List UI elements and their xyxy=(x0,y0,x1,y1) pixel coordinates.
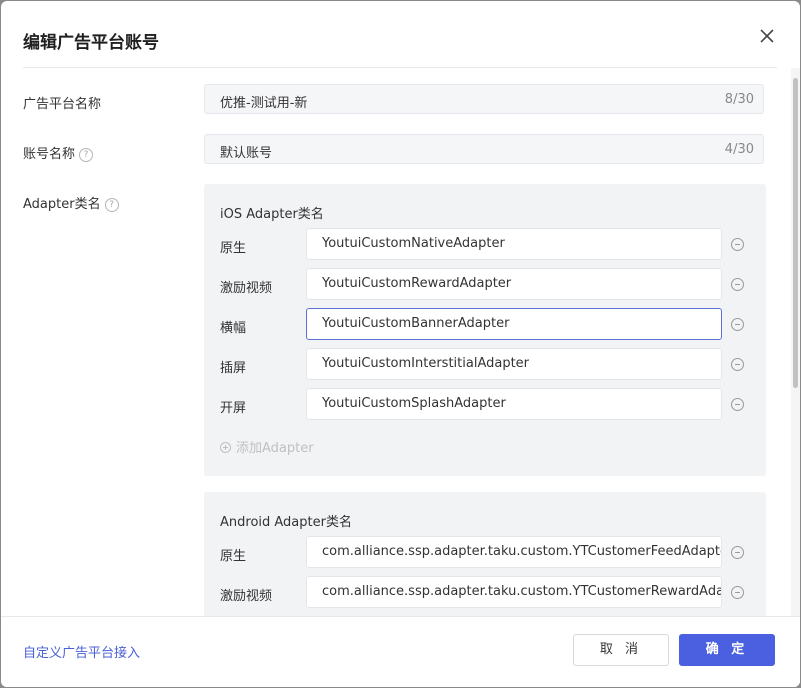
confirm-button[interactable]: 确 定 xyxy=(679,634,775,666)
help-icon[interactable]: ? xyxy=(79,148,94,162)
ios-reward-adapter-input[interactable]: YoutuiCustomRewardAdapter xyxy=(306,268,722,300)
cancel-button[interactable]: 取 消 xyxy=(573,634,669,666)
remove-icon[interactable] xyxy=(731,586,744,599)
dialog-body: 广告平台名称 优推-测试用-新 8/30 账号名称? 默认账号 4/30 Ada… xyxy=(1,68,790,616)
add-adapter-button[interactable]: 添加Adapter xyxy=(220,437,314,456)
platform-name-count: 8/30 xyxy=(724,92,754,107)
ios-native-adapter-input[interactable]: YoutuiCustomNativeAdapter xyxy=(306,228,722,260)
ios-row-label: 原生 xyxy=(220,241,247,256)
scrollbar-thumb[interactable] xyxy=(793,78,798,388)
adapter-class-label: Adapter类名? xyxy=(23,193,119,212)
remove-icon[interactable] xyxy=(731,318,744,331)
ios-splash-adapter-input[interactable]: YoutuiCustomSplashAdapter xyxy=(306,388,722,420)
account-name-count: 4/30 xyxy=(724,142,754,157)
edit-ad-platform-dialog: 编辑广告平台账号 广告平台名称 优推-测试用-新 8/30 账号名称? 默认账号… xyxy=(1,1,800,687)
help-icon[interactable]: ? xyxy=(104,198,119,212)
ios-row-label: 插屏 xyxy=(220,361,247,376)
android-adapter-group: Android Adapter类名 原生 com.alliance.ssp.ad… xyxy=(204,492,766,616)
adapter-class-label-text: Adapter类名 xyxy=(23,197,101,212)
ios-interstitial-adapter-input[interactable]: YoutuiCustomInterstitialAdapter xyxy=(306,348,722,380)
account-name-label: 账号名称? xyxy=(23,143,94,162)
account-name-label-text: 账号名称 xyxy=(23,147,76,162)
close-icon[interactable] xyxy=(757,26,777,46)
dialog-header: 编辑广告平台账号 xyxy=(1,1,800,68)
remove-icon[interactable] xyxy=(731,238,744,251)
ios-banner-adapter-input[interactable]: YoutuiCustomBannerAdapter xyxy=(306,308,722,340)
platform-name-input[interactable]: 优推-测试用-新 8/30 xyxy=(204,84,764,114)
custom-platform-link[interactable]: 自定义广告平台接入 xyxy=(23,642,140,661)
android-native-adapter-input[interactable]: com.alliance.ssp.adapter.taku.custom.YTC… xyxy=(306,536,722,568)
scrollbar[interactable] xyxy=(791,68,800,616)
android-adapter-title: Android Adapter类名 xyxy=(220,515,352,530)
remove-icon[interactable] xyxy=(731,358,744,371)
android-row-label: 原生 xyxy=(220,549,247,564)
android-reward-adapter-input[interactable]: com.alliance.ssp.adapter.taku.custom.YTC… xyxy=(306,576,722,608)
platform-name-value: 优推-测试用-新 xyxy=(220,96,308,111)
platform-name-label: 广告平台名称 xyxy=(23,97,102,112)
dialog-footer: 自定义广告平台接入 取 消 确 定 xyxy=(1,616,800,687)
account-name-input[interactable]: 默认账号 4/30 xyxy=(204,134,764,164)
add-icon xyxy=(220,442,231,453)
android-row-label: 激励视频 xyxy=(220,589,273,604)
remove-icon[interactable] xyxy=(731,398,744,411)
ios-row-label: 激励视频 xyxy=(220,281,273,296)
account-name-value: 默认账号 xyxy=(220,146,273,161)
remove-icon[interactable] xyxy=(731,546,744,559)
add-adapter-label: 添加Adapter xyxy=(236,441,314,456)
remove-icon[interactable] xyxy=(731,278,744,291)
ios-row-label: 开屏 xyxy=(220,401,247,416)
dialog-title: 编辑广告平台账号 xyxy=(23,33,159,53)
ios-row-label: 横幅 xyxy=(220,321,247,336)
ios-adapter-title: iOS Adapter类名 xyxy=(220,207,324,222)
ios-adapter-group: iOS Adapter类名 原生 YoutuiCustomNativeAdapt… xyxy=(204,184,766,476)
